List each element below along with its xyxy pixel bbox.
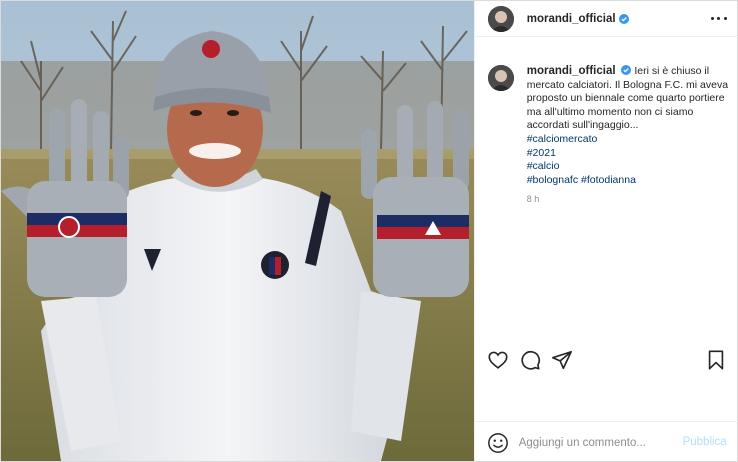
header-username[interactable]: morandi_official xyxy=(527,13,616,25)
post-timestamp[interactable]: 8 h xyxy=(527,193,729,207)
post-header: morandi_official xyxy=(474,1,738,37)
verified-badge-icon xyxy=(618,13,629,24)
dot-icon xyxy=(723,16,727,20)
hashtag-row: #bolognafc #fotodianna xyxy=(527,174,729,188)
publish-button[interactable]: Pubblica xyxy=(683,436,727,448)
hashtag-link[interactable]: #calciomercato xyxy=(527,133,729,147)
heart-icon[interactable] xyxy=(487,349,509,371)
comment-input[interactable] xyxy=(518,436,669,449)
dot-icon xyxy=(710,16,714,20)
hashtag-link[interactable]: #2021 xyxy=(527,147,729,161)
hashtag-link[interactable]: #fotodianna xyxy=(581,174,636,186)
avatar[interactable] xyxy=(487,5,514,32)
caption-avatar[interactable] xyxy=(487,65,514,91)
avatar-image xyxy=(487,5,514,32)
dot-icon xyxy=(717,16,721,20)
hashtag-link[interactable]: #calcio xyxy=(527,160,729,174)
photo-illustration xyxy=(1,1,474,461)
avatar-image xyxy=(487,65,514,91)
verified-badge-icon xyxy=(621,65,632,75)
post-photo[interactable] xyxy=(1,1,474,461)
caption-username[interactable]: morandi_official xyxy=(527,65,616,77)
caption-body: morandi_official Ieri si è chiuso il mer… xyxy=(527,65,729,207)
comment-icon[interactable] xyxy=(519,349,541,371)
hashtag-link[interactable]: #bolognafc xyxy=(527,174,578,186)
emoji-icon[interactable] xyxy=(487,432,509,454)
post-side-panel: morandi_official morandi_official Ieri s… xyxy=(473,1,738,462)
instagram-post: morandi_official morandi_official Ieri s… xyxy=(0,0,738,462)
caption-block: morandi_official Ieri si è chiuso il mer… xyxy=(487,65,732,207)
comment-bar: Pubblica xyxy=(474,421,738,462)
bookmark-icon[interactable] xyxy=(705,349,727,371)
share-icon[interactable] xyxy=(551,349,573,371)
more-options-button[interactable] xyxy=(710,11,727,25)
action-bar xyxy=(475,347,738,375)
